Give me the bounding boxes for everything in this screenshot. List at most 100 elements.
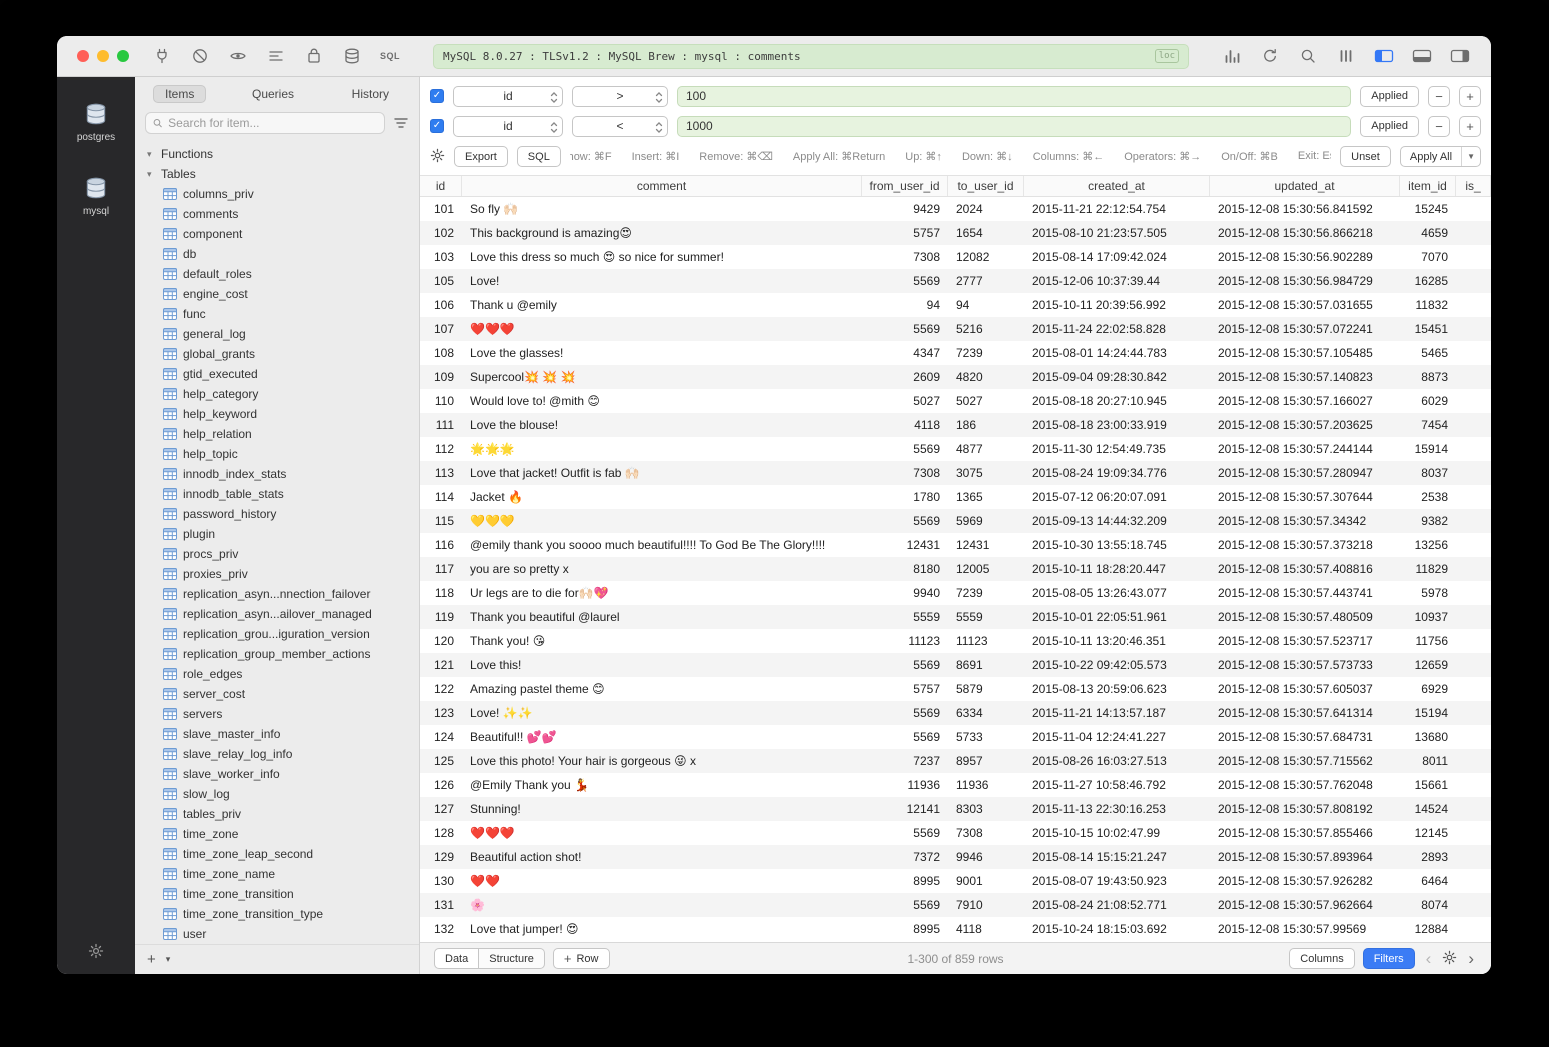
table-row[interactable]: 112🌟🌟🌟556948772015-11-30 12:54:49.735201… [420, 437, 1491, 461]
unset-button[interactable]: Unset [1340, 146, 1391, 167]
sidebar-table-item[interactable]: user [135, 924, 419, 944]
sidebar-table-item[interactable]: db [135, 244, 419, 264]
filter-operator-select[interactable]: > [572, 86, 668, 107]
column-header-to_user_id[interactable]: to_user_id [948, 176, 1024, 196]
sidebar-table-item[interactable]: func [135, 304, 419, 324]
column-header-is_[interactable]: is_ [1456, 176, 1491, 196]
sidebar-table-item[interactable]: engine_cost [135, 284, 419, 304]
sql-toolbar-button[interactable]: SQL [371, 41, 409, 71]
table-row[interactable]: 123Love! ✨✨556963342015-11-21 14:13:57.1… [420, 701, 1491, 725]
sidebar-table-item[interactable]: innodb_index_stats [135, 464, 419, 484]
sidebar-table-item[interactable]: gtid_executed [135, 364, 419, 384]
panel-bottom-icon[interactable] [1403, 41, 1441, 71]
sidebar-table-item[interactable]: default_roles [135, 264, 419, 284]
connection-postgres[interactable]: postgres [67, 93, 125, 151]
sql-filter-button[interactable]: SQL [517, 146, 561, 167]
table-row[interactable]: 114Jacket 🔥178013652015-07-12 06:20:07.0… [420, 485, 1491, 509]
sidebar-table-item[interactable]: time_zone_transition_type [135, 904, 419, 924]
tab-history[interactable]: History [340, 85, 401, 103]
table-row[interactable]: 128❤️❤️❤️556973082015-10-15 10:02:47.992… [420, 821, 1491, 845]
table-row[interactable]: 102This background is amazing😍5757165420… [420, 221, 1491, 245]
rows-icon[interactable] [257, 41, 295, 71]
columns-button[interactable]: Columns [1289, 948, 1354, 969]
table-row[interactable]: 101So fly 🙌🏻942920242015-11-21 22:12:54.… [420, 197, 1491, 221]
sidebar-table-item[interactable]: password_history [135, 504, 419, 524]
table-row[interactable]: 131🌸556979102015-08-24 21:08:52.7712015-… [420, 893, 1491, 917]
table-row[interactable]: 106Thank u @emily94942015-10-11 20:39:56… [420, 293, 1491, 317]
filter-column-select[interactable]: id [453, 86, 563, 107]
table-row[interactable]: 120Thank you! 😘11123111232015-10-11 13:2… [420, 629, 1491, 653]
sidebar-table-item[interactable]: time_zone_transition [135, 884, 419, 904]
sidebar-table-item[interactable]: server_cost [135, 684, 419, 704]
column-header-updated_at[interactable]: updated_at [1210, 176, 1400, 196]
sidebar-table-item[interactable]: time_zone_name [135, 864, 419, 884]
sidebar-table-item[interactable]: replication_asyn...nnection_failover [135, 584, 419, 604]
sidebar-table-item[interactable]: replication_grou...iguration_version [135, 624, 419, 644]
filter-add-button[interactable]: + [1459, 86, 1481, 107]
prev-page-icon[interactable]: ‹ [1423, 949, 1435, 969]
filter-column-select[interactable]: id [453, 116, 563, 137]
sidebar-table-item[interactable]: time_zone [135, 824, 419, 844]
table-row[interactable]: 108Love the glasses!434772392015-08-01 1… [420, 341, 1491, 365]
table-row[interactable]: 116@emily thank you soooo much beautiful… [420, 533, 1491, 557]
sidebar-table-item[interactable]: procs_priv [135, 544, 419, 564]
tab-queries[interactable]: Queries [240, 85, 306, 103]
connection-mysql[interactable]: mysql [73, 167, 119, 225]
add-item-dropdown-icon[interactable]: ▾ [166, 954, 171, 965]
sidebar-table-item[interactable]: replication_asyn...ailover_managed [135, 604, 419, 624]
database-icon[interactable] [333, 41, 371, 71]
filter-add-button[interactable]: + [1459, 116, 1481, 137]
column-header-item_id[interactable]: item_id [1400, 176, 1456, 196]
filter-settings-gear-icon[interactable] [430, 148, 445, 166]
table-row[interactable]: 124Beautiful!! 💕💕556957332015-11-04 12:2… [420, 725, 1491, 749]
sidebar-table-item[interactable]: role_edges [135, 664, 419, 684]
sidebar-table-item[interactable]: slow_log [135, 784, 419, 804]
table-row[interactable]: 121Love this!556986912015-10-22 09:42:05… [420, 653, 1491, 677]
table-row[interactable]: 117you are so pretty x8180120052015-10-1… [420, 557, 1491, 581]
panel-left-icon[interactable] [1365, 41, 1403, 71]
filter-remove-button[interactable]: − [1428, 116, 1450, 137]
sidebar-table-item[interactable]: servers [135, 704, 419, 724]
rail-settings-gear-icon[interactable] [88, 943, 104, 962]
table-row[interactable]: 130❤️❤️899590012015-08-07 19:43:50.92320… [420, 869, 1491, 893]
structure-tab-button[interactable]: Structure [479, 948, 545, 969]
search-icon[interactable] [1289, 41, 1327, 71]
columns-view-icon[interactable] [1327, 41, 1365, 71]
data-tab-button[interactable]: Data [434, 948, 479, 969]
table-row[interactable]: 129Beautiful action shot!737299462015-08… [420, 845, 1491, 869]
table-row[interactable]: 113Love that jacket! Outfit is fab 🙌🏻730… [420, 461, 1491, 485]
sidebar-table-item[interactable]: general_log [135, 324, 419, 344]
add-item-button[interactable]: + [147, 951, 156, 968]
add-row-button[interactable]: + Row [553, 948, 610, 969]
panel-right-icon[interactable] [1441, 41, 1479, 71]
search-field[interactable] [145, 112, 385, 134]
column-header-id[interactable]: id [420, 176, 462, 196]
sidebar-table-item[interactable]: time_zone_leap_second [135, 844, 419, 864]
column-header-from_user_id[interactable]: from_user_id [862, 176, 948, 196]
filter-applied-button[interactable]: Applied [1360, 86, 1419, 107]
sidebar-table-item[interactable]: columns_priv [135, 184, 419, 204]
filter-remove-button[interactable]: − [1428, 86, 1450, 107]
sidebar-table-item[interactable]: proxies_priv [135, 564, 419, 584]
filter-applied-button[interactable]: Applied [1360, 116, 1419, 137]
table-row[interactable]: 115💛💛💛556959692015-09-13 14:44:32.209201… [420, 509, 1491, 533]
sidebar-table-item[interactable]: slave_relay_log_info [135, 744, 419, 764]
filter-operator-select[interactable]: < [572, 116, 668, 137]
plug-icon[interactable] [143, 41, 181, 71]
tab-items[interactable]: Items [153, 85, 206, 103]
next-page-icon[interactable]: › [1465, 949, 1477, 969]
export-button[interactable]: Export [454, 146, 508, 167]
table-row[interactable]: 110Would love to! @mith 😊502750272015-08… [420, 389, 1491, 413]
sidebar-table-item[interactable]: global_grants [135, 344, 419, 364]
column-header-comment[interactable]: comment [462, 176, 862, 196]
filters-button[interactable]: Filters [1363, 948, 1415, 969]
filter-lines-icon[interactable] [393, 115, 409, 131]
table-row[interactable]: 119Thank you beautiful @laurel5559555920… [420, 605, 1491, 629]
table-row[interactable]: 118Ur legs are to die for🙌🏻💖994072392015… [420, 581, 1491, 605]
table-row[interactable]: 111Love the blouse!41181862015-08-18 23:… [420, 413, 1491, 437]
sidebar-table-item[interactable]: innodb_table_stats [135, 484, 419, 504]
sidebar-table-item[interactable]: slave_worker_info [135, 764, 419, 784]
zoom-button[interactable] [117, 50, 129, 62]
sidebar-table-item[interactable]: help_topic [135, 444, 419, 464]
table-row[interactable]: 107❤️❤️❤️556952162015-11-24 22:02:58.828… [420, 317, 1491, 341]
